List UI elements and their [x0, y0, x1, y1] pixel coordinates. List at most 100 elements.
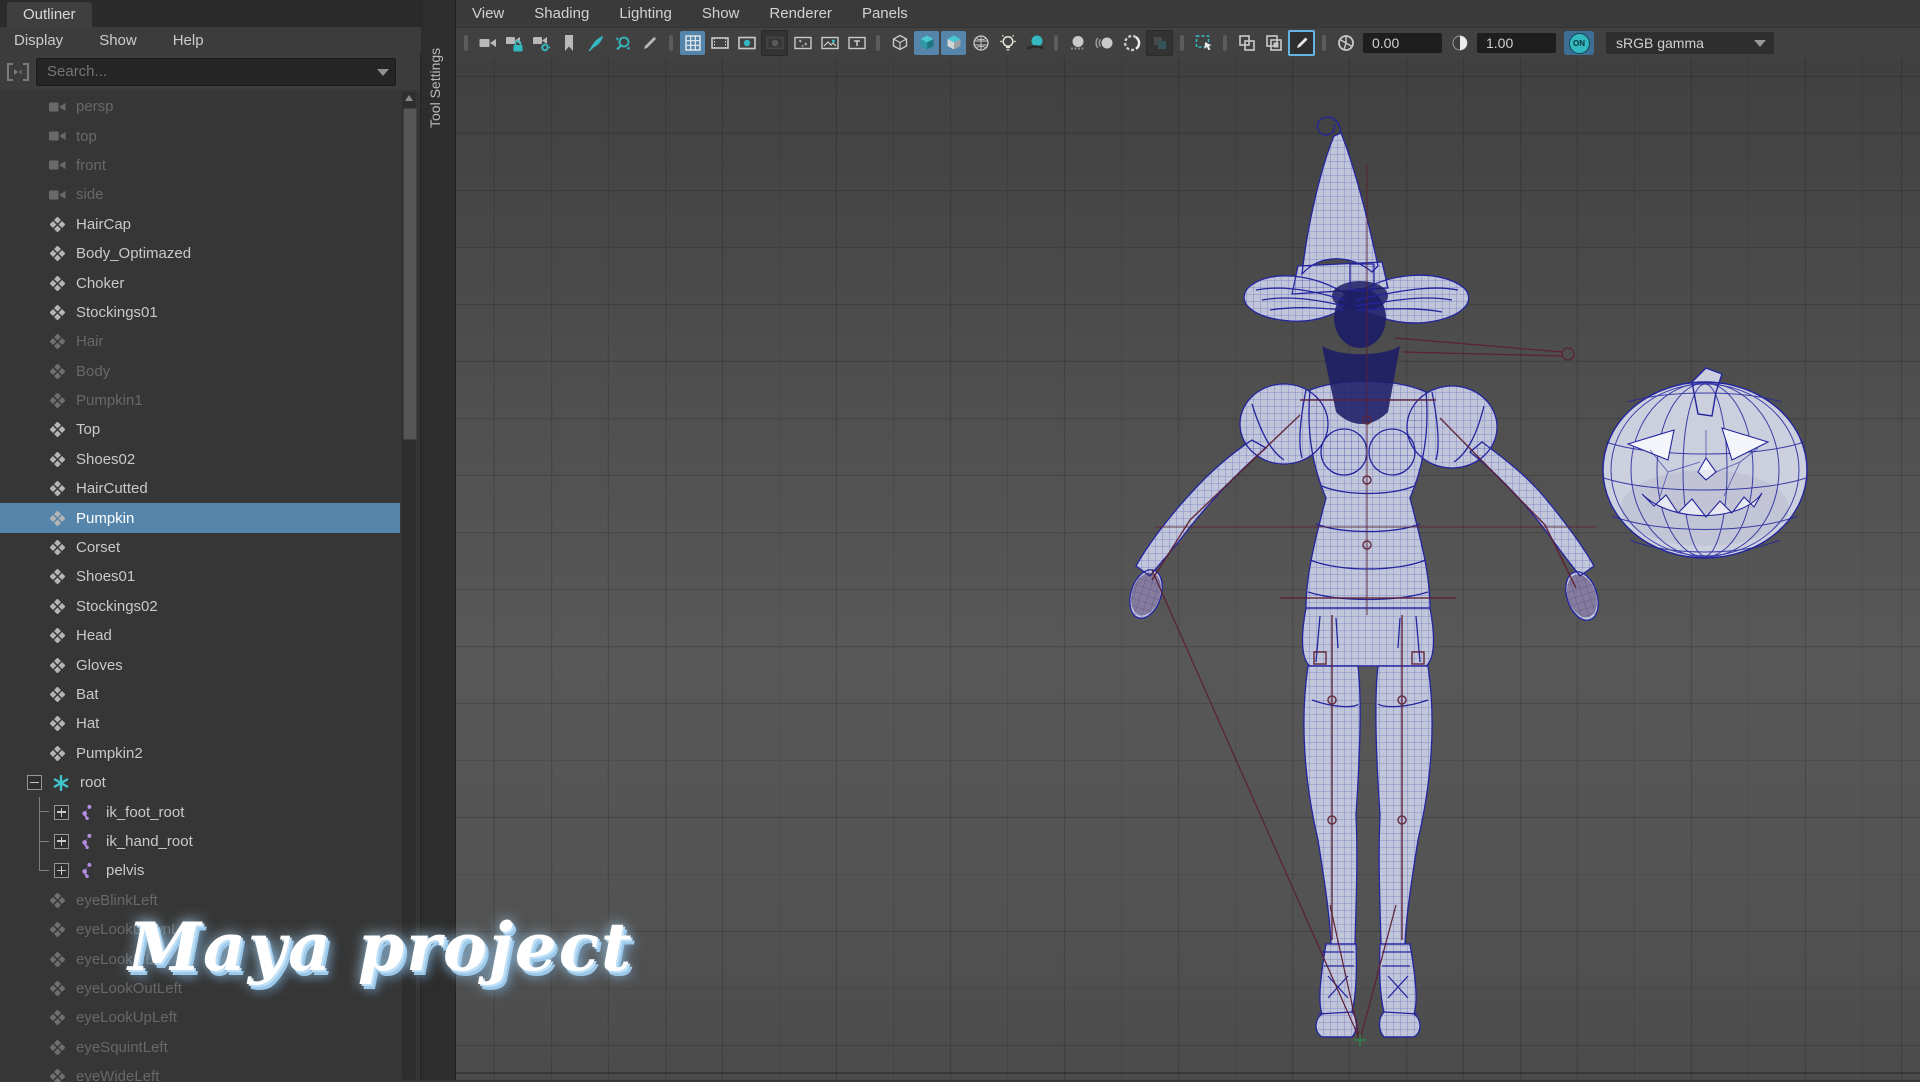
menu-show[interactable]: Show	[99, 32, 137, 49]
lock-camera-icon[interactable]	[502, 31, 527, 55]
film-gate-icon[interactable]	[707, 31, 732, 55]
outliner-item-Hair[interactable]: Hair	[0, 327, 400, 356]
expander-minus-icon[interactable]	[27, 775, 42, 790]
expander-plus-icon[interactable]	[54, 863, 69, 878]
smooth-shade-icon[interactable]	[914, 31, 939, 55]
witch-wireframe	[1124, 117, 1604, 1046]
menu-help[interactable]: Help	[173, 32, 204, 49]
menu-panels[interactable]: Panels	[862, 5, 908, 22]
outliner-item-Top[interactable]: Top	[0, 415, 400, 444]
anti-aliasing-icon[interactable]	[1119, 31, 1144, 55]
ambient-occlusion-icon[interactable]	[1065, 31, 1090, 55]
outliner-item-eyeLookUpLeft[interactable]: eyeLookUpLeft	[0, 1003, 400, 1032]
outliner-item-root[interactable]: root	[0, 768, 400, 797]
mesh-icon	[46, 479, 68, 499]
select-camera-icon[interactable]	[475, 31, 500, 55]
wireframe-icon[interactable]	[887, 31, 912, 55]
outliner-item-eyeSquintLeft[interactable]: eyeSquintLeft	[0, 1033, 400, 1062]
item-label: Pumpkin	[76, 510, 134, 527]
menu-show-vp[interactable]: Show	[702, 5, 740, 22]
outliner-item-Hat[interactable]: Hat	[0, 709, 400, 738]
textured-icon[interactable]	[941, 31, 966, 55]
image-plane-icon[interactable]	[583, 31, 608, 55]
shadows-icon[interactable]	[1022, 31, 1047, 55]
item-label: Stockings02	[76, 598, 158, 615]
use-all-lights-icon[interactable]	[995, 31, 1020, 55]
filter-icon[interactable]	[6, 61, 30, 83]
xray-icon[interactable]	[1234, 31, 1259, 55]
pan-zoom-icon[interactable]	[610, 31, 635, 55]
depth-of-field-icon[interactable]	[1146, 30, 1173, 56]
outliner-item-ik_hand_root[interactable]: ik_hand_root	[0, 827, 400, 856]
outliner-item-eyeWideLeft[interactable]: eyeWideLeft	[0, 1062, 400, 1082]
outliner-item-Pumpkin[interactable]: Pumpkin	[0, 503, 400, 532]
item-label: eyeLookUpLeft	[76, 1009, 177, 1026]
mesh-icon	[46, 273, 68, 293]
resolution-gate-icon[interactable]	[734, 31, 759, 55]
outliner-item-Shoes01[interactable]: Shoes01	[0, 562, 400, 591]
menu-shading[interactable]: Shading	[534, 5, 589, 22]
outliner-item-side[interactable]: side	[0, 180, 400, 209]
menu-view[interactable]: View	[472, 5, 504, 22]
scroll-up-arrow-icon[interactable]	[405, 95, 413, 101]
search-box	[36, 58, 396, 86]
motion-blur-icon[interactable]	[1092, 31, 1117, 55]
tool-settings-tab[interactable]: Tool Settings	[427, 4, 443, 128]
item-label: Hair	[76, 333, 104, 350]
tree-connector	[39, 827, 54, 856]
outliner-item-Gloves[interactable]: Gloves	[0, 650, 400, 679]
item-label: Stockings01	[76, 304, 158, 321]
contrast-icon[interactable]	[1447, 31, 1472, 55]
expander-plus-icon[interactable]	[54, 834, 69, 849]
exposure-value[interactable]: 0.00	[1363, 33, 1442, 53]
scrollbar-thumb[interactable]	[403, 108, 417, 440]
outliner-tab[interactable]: Outliner	[7, 2, 92, 27]
wireframe-on-shaded-icon[interactable]	[968, 31, 993, 55]
xray-active-components-icon[interactable]	[1288, 30, 1315, 56]
outliner-item-Head[interactable]: Head	[0, 621, 400, 650]
camera-attributes-icon[interactable]	[529, 31, 554, 55]
outliner-item-persp[interactable]: persp	[0, 92, 400, 121]
search-input[interactable]	[37, 63, 377, 80]
outliner-item-Choker[interactable]: Choker	[0, 268, 400, 297]
gate-mask-icon[interactable]	[761, 30, 788, 56]
menu-renderer[interactable]: Renderer	[769, 5, 832, 22]
xray-joints-icon[interactable]	[1261, 31, 1286, 55]
field-chart-icon[interactable]	[790, 31, 815, 55]
menu-lighting[interactable]: Lighting	[619, 5, 672, 22]
bookmark-icon[interactable]	[556, 31, 581, 55]
exposure-icon[interactable]	[1333, 31, 1358, 55]
isolate-select-icon[interactable]	[1191, 31, 1216, 55]
safe-title-icon[interactable]	[844, 31, 869, 55]
view-transform-dropdown[interactable]: sRGB gamma	[1606, 32, 1774, 54]
outliner-item-Pumpkin2[interactable]: Pumpkin2	[0, 739, 400, 768]
outliner-item-Stockings01[interactable]: Stockings01	[0, 298, 400, 327]
outliner-item-Shoes02[interactable]: Shoes02	[0, 445, 400, 474]
outliner-item-Bat[interactable]: Bat	[0, 680, 400, 709]
grease-pencil-icon[interactable]	[637, 31, 662, 55]
outliner-item-Body[interactable]: Body	[0, 357, 400, 386]
outliner-item-Pumpkin1[interactable]: Pumpkin1	[0, 386, 400, 415]
camera-icon	[46, 155, 68, 175]
item-label: root	[80, 774, 106, 791]
camera-icon	[46, 126, 68, 146]
outliner-item-Body_Optimazed[interactable]: Body_Optimazed	[0, 239, 400, 268]
outliner-item-Corset[interactable]: Corset	[0, 533, 400, 562]
contrast-value[interactable]: 1.00	[1477, 33, 1556, 53]
outliner-item-HairCap[interactable]: HairCap	[0, 210, 400, 239]
grid-toggle-icon[interactable]	[680, 31, 705, 55]
search-dropdown-arrow-icon[interactable]	[377, 69, 389, 76]
outliner-item-Stockings02[interactable]: Stockings02	[0, 592, 400, 621]
mesh-icon	[46, 361, 68, 381]
outliner-item-pelvis[interactable]: pelvis	[0, 856, 400, 885]
outliner-item-top[interactable]: top	[0, 121, 400, 150]
outliner-item-ik_foot_root[interactable]: ik_foot_root	[0, 797, 400, 826]
gamma-toggle[interactable]: ON	[1564, 31, 1594, 55]
menu-display[interactable]: Display	[14, 32, 63, 49]
toolbar-separator	[1322, 35, 1326, 51]
outliner-item-front[interactable]: front	[0, 151, 400, 180]
outliner-item-HairCutted[interactable]: HairCutted	[0, 474, 400, 503]
mesh-icon	[46, 1037, 68, 1057]
safe-action-icon[interactable]	[817, 31, 842, 55]
expander-plus-icon[interactable]	[54, 805, 69, 820]
